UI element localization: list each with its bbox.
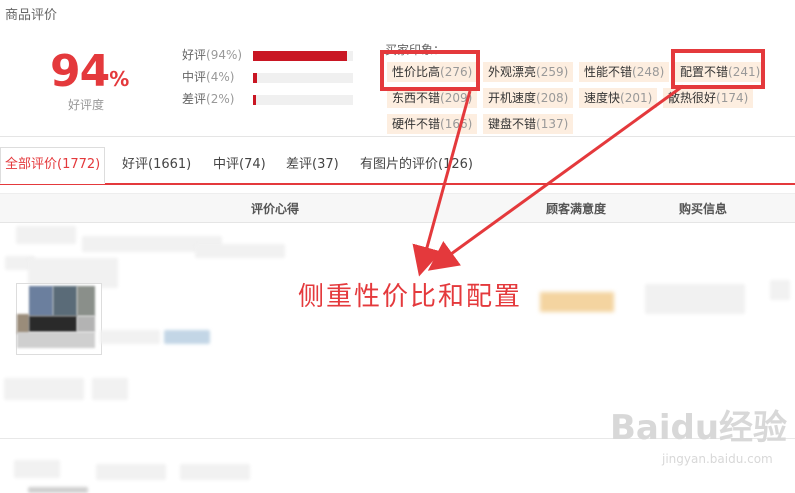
watermark: Baidu经验 jingyan.baidu.com <box>610 400 788 466</box>
blurred-image <box>28 487 88 493</box>
blurred-username <box>14 460 60 478</box>
arrow-from-config-tag <box>427 84 684 271</box>
blurred-text <box>96 464 166 480</box>
blurred-text <box>180 464 250 480</box>
watermark-brand: Baidu经验 <box>610 408 788 448</box>
watermark-url: jingyan.baidu.com <box>662 452 773 466</box>
arrow-from-value-tag <box>412 90 472 277</box>
